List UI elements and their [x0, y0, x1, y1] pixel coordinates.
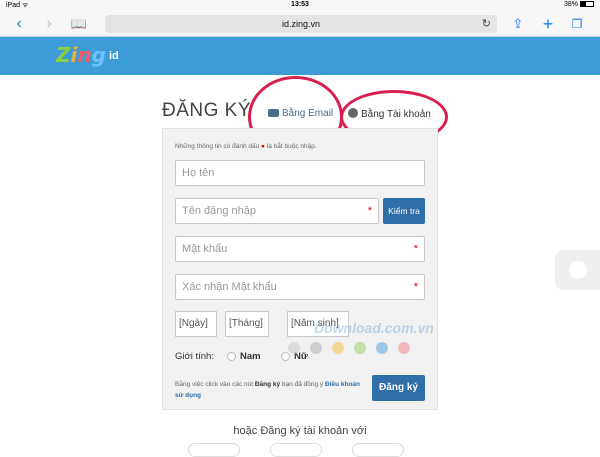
required-star: * — [367, 205, 372, 217]
watermark-dot — [398, 342, 410, 354]
logo-letter: g — [91, 43, 106, 67]
logo-suffix: id — [109, 50, 119, 62]
bookmarks-icon[interactable]: 📖 — [68, 14, 90, 34]
female-radio[interactable] — [281, 352, 290, 361]
required-star: * — [413, 281, 418, 293]
social-login-button[interactable] — [270, 443, 322, 457]
watermark-dot — [354, 342, 366, 354]
username-field[interactable]: Tên đăng nhập * — [175, 198, 379, 224]
password-placeholder: Mật khẩu — [182, 243, 228, 255]
fullname-field[interactable]: Họ tên — [175, 160, 425, 186]
share-icon[interactable]: ⇪ — [507, 14, 529, 34]
clock: 13:53 — [291, 1, 309, 8]
new-tab-icon[interactable]: + — [537, 14, 559, 34]
day-select[interactable]: [Ngày] — [175, 311, 217, 337]
social-login-button[interactable] — [352, 443, 404, 457]
fullname-placeholder: Họ tên — [182, 167, 215, 179]
reload-icon[interactable]: ↻ — [482, 15, 491, 33]
social-login-button[interactable] — [188, 443, 240, 457]
watermark: Download.com.vn — [314, 320, 434, 336]
forward-icon[interactable]: › — [38, 14, 60, 34]
back-icon[interactable]: ‹ — [8, 14, 30, 34]
watermark-dot — [310, 342, 322, 354]
watermark-dot — [332, 342, 344, 354]
required-star: ● — [261, 143, 265, 150]
browser-toolbar: ‹ › 📖 id.zing.vn ↻ ⇪ + ❐ — [0, 11, 600, 37]
register-form: Những thông tin có đánh dấu ● là bắt buộ… — [162, 128, 438, 410]
logo-letter: n — [77, 43, 92, 67]
password-field[interactable]: Mật khẩu * — [175, 236, 425, 262]
terms-pre: Bằng việc click vào các nút — [175, 381, 254, 388]
assistive-touch-button[interactable] — [555, 250, 600, 290]
url-text: id.zing.vn — [281, 19, 321, 29]
male-label: Nam — [240, 351, 261, 362]
site-header: Zing id — [0, 37, 600, 75]
zing-logo[interactable]: Zing — [56, 43, 106, 67]
terms-bold: Đăng ký — [254, 381, 281, 388]
check-username-button[interactable]: Kiểm tra — [383, 198, 425, 224]
gender-label: Giới tính: — [175, 351, 214, 362]
required-note-tail: là bắt buộc nhập. — [266, 143, 317, 150]
confirm-password-field[interactable]: Xác nhận Mật khẩu * — [175, 274, 425, 300]
watermark-dot — [376, 342, 388, 354]
month-select[interactable]: [Tháng] — [225, 311, 269, 337]
battery-indicator: 38% — [564, 1, 594, 8]
terms-text: Bằng việc click vào các nút Đăng ký bạn … — [175, 379, 365, 401]
tabs-icon[interactable]: ❐ — [566, 14, 588, 34]
required-note-text: Những thông tin có đánh dấu — [175, 143, 260, 150]
logo-letter: Z — [56, 43, 71, 67]
required-star: * — [413, 243, 418, 255]
address-bar[interactable]: id.zing.vn ↻ — [105, 15, 497, 33]
submit-button[interactable]: Đăng ký — [372, 375, 425, 401]
page-title: ĐĂNG KÝ — [162, 100, 252, 121]
status-bar: iPad ᯤ 13:53 38% — [0, 0, 600, 11]
terms-mid: bạn đã đồng ý — [281, 381, 324, 388]
social-register-text: hoặc Đăng ký tài khoản với — [233, 425, 367, 437]
battery-percent: 38% — [563, 1, 578, 8]
battery-icon — [580, 1, 594, 8]
username-placeholder: Tên đăng nhập — [182, 205, 257, 217]
watermark-dot — [288, 342, 300, 354]
male-radio[interactable] — [227, 352, 236, 361]
required-note: Những thông tin có đánh dấu ● là bắt buộ… — [175, 143, 317, 150]
confirm-password-placeholder: Xác nhận Mật khẩu — [182, 281, 277, 293]
